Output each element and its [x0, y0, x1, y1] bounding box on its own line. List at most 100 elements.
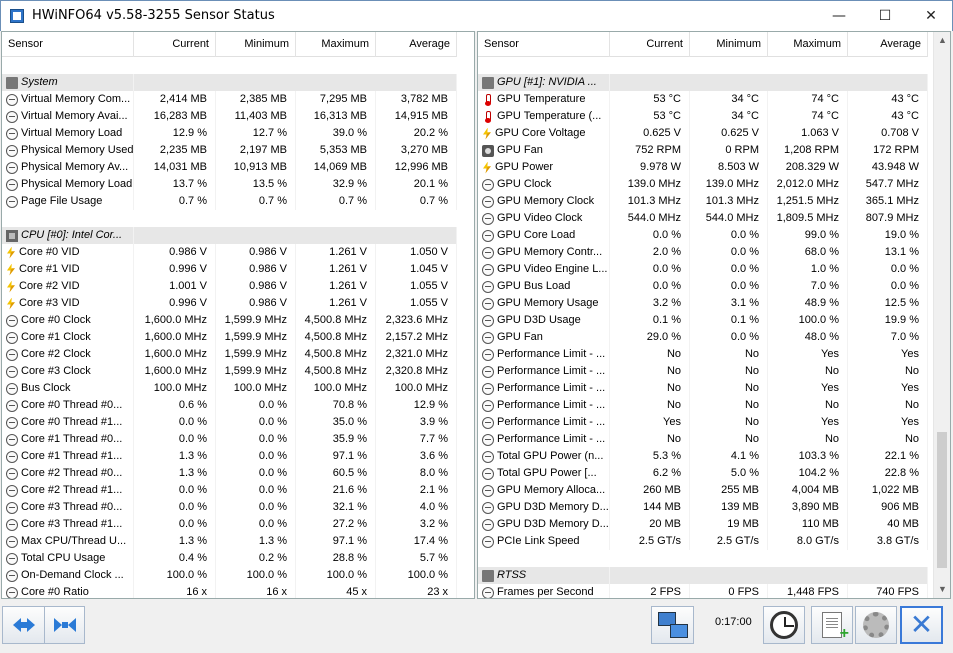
sensor-row[interactable]: Core #2 Thread #0... 1.3 % 0.0 % 60.5 % 8.0 … — [2, 465, 457, 482]
sensor-row[interactable]: GPU Memory Usage 3.2 % 3.1 % 48.9 % 12.5 % — [478, 295, 928, 312]
sensor-name-cell: Virtual Memory Load — [2, 125, 134, 142]
sensor-row[interactable]: Core #3 Clock 1,600.0 MHz 1,599.9 MHz 4,500… — [2, 363, 457, 380]
column-sensor[interactable]: Sensor — [2, 32, 134, 57]
sensor-group-header[interactable]: CPU [#0]: Intel Cor... — [2, 227, 457, 244]
sensor-row[interactable]: Core #0 VID 0.986 V 0.986 V 1.261 V 1.050 V — [2, 244, 457, 261]
sensor-row[interactable]: Performance Limit - ... No No Yes Yes — [478, 346, 928, 363]
sensor-row[interactable]: GPU Temperature 53 °C 34 °C 74 °C 43 °C — [478, 91, 928, 108]
scroll-up-arrow-icon[interactable]: ▲ — [934, 32, 950, 49]
sensor-row[interactable]: GPU D3D Usage 0.1 % 0.1 % 100.0 % 19.9 % — [478, 312, 928, 329]
column-sensor[interactable]: Sensor — [478, 32, 610, 57]
expand-columns-button[interactable] — [2, 606, 45, 644]
sensor-row[interactable]: Core #0 Thread #0... 0.6 % 0.0 % 70.8 % 12.9… — [2, 397, 457, 414]
sensor-group-header[interactable]: System — [2, 74, 457, 91]
sensor-row[interactable]: Core #1 Thread #1... 1.3 % 0.0 % 97.1 % 3.6 … — [2, 448, 457, 465]
sensor-row[interactable]: GPU Memory Alloca... 260 MB 255 MB 4,004 MB… — [478, 482, 928, 499]
sensor-row[interactable]: Performance Limit - ... No No No No — [478, 397, 928, 414]
sensor-row[interactable]: Total GPU Power [... 6.2 % 5.0 % 104.2 % 22.… — [478, 465, 928, 482]
sensor-panel-right[interactable]: Sensor Current Minimum Maximum Average G… — [477, 31, 951, 599]
sensor-row[interactable]: Total CPU Usage 0.4 % 0.2 % 28.8 % 5.7 % — [2, 550, 457, 567]
sensor-row[interactable]: Bus Clock 100.0 MHz 100.0 MHz 100.0 MHz 100.… — [2, 380, 457, 397]
column-minimum[interactable]: Minimum — [690, 32, 768, 57]
sensor-row[interactable]: GPU D3D Memory D... 144 MB 139 MB 3,890 MB 9… — [478, 499, 928, 516]
sensor-row[interactable]: Max CPU/Thread U... 1.3 % 1.3 % 97.1 % 17.4 … — [2, 533, 457, 550]
column-average[interactable]: Average — [376, 32, 457, 57]
collapse-columns-button[interactable] — [44, 606, 85, 644]
sensor-row[interactable]: On-Demand Clock ... 100.0 % 100.0 % 100.0 %… — [2, 567, 457, 584]
column-minimum[interactable]: Minimum — [216, 32, 296, 57]
network-sharing-button[interactable] — [651, 606, 694, 644]
sensor-row[interactable]: GPU Video Clock 544.0 MHz 544.0 MHz 1,809.5… — [478, 210, 928, 227]
sensor-row[interactable]: Performance Limit - ... No No No No — [478, 431, 928, 448]
sensor-panel-left[interactable]: Sensor Current Minimum Maximum Average S… — [1, 31, 475, 599]
sensor-group-header[interactable]: GPU [#1]: NVIDIA ... — [478, 74, 928, 91]
vertical-scrollbar[interactable]: ▲ ▼ — [933, 32, 950, 598]
column-maximum[interactable]: Maximum — [296, 32, 376, 57]
sensor-row[interactable]: Performance Limit - ... No No No No — [478, 363, 928, 380]
sensor-row[interactable]: Virtual Memory Com... 2,414 MB 2,385 MB 7,2… — [2, 91, 457, 108]
sensor-row[interactable]: Core #0 Thread #1... 0.0 % 0.0 % 35.0 % 3.9 … — [2, 414, 457, 431]
value-max: 60.5 % — [296, 465, 376, 482]
sensor-row[interactable]: Core #3 Thread #1... 0.0 % 0.0 % 27.2 % 3.2 … — [2, 516, 457, 533]
column-average[interactable]: Average — [848, 32, 928, 57]
column-maximum[interactable]: Maximum — [768, 32, 848, 57]
column-current[interactable]: Current — [610, 32, 690, 57]
sensor-row[interactable]: Page File Usage 0.7 % 0.7 % 0.7 % 0.7 % — [2, 193, 457, 210]
sensor-row[interactable]: Performance Limit - ... Yes No Yes Yes — [478, 414, 928, 431]
settings-button[interactable] — [855, 606, 897, 644]
sensor-row[interactable]: GPU Core Load 0.0 % 0.0 % 99.0 % 19.0 % — [478, 227, 928, 244]
arrow-right-icon — [26, 618, 35, 632]
value-cur: Yes — [610, 414, 690, 431]
sensor-row[interactable]: Core #1 Thread #0... 0.0 % 0.0 % 35.9 % 7.7 … — [2, 431, 457, 448]
group-filler — [610, 74, 928, 91]
value-avg: 3.9 % — [376, 414, 457, 431]
value-max: 208.329 W — [768, 159, 848, 176]
sensor-row[interactable]: Core #1 VID 0.996 V 0.986 V 1.261 V 1.045 V — [2, 261, 457, 278]
sensor-row[interactable]: Virtual Memory Load 12.9 % 12.7 % 39.0 % 20.… — [2, 125, 457, 142]
sensor-row[interactable]: Core #3 Thread #0... 0.0 % 0.0 % 32.1 % 4.0 … — [2, 499, 457, 516]
sensor-row[interactable]: GPU Fan 29.0 % 0.0 % 48.0 % 7.0 % — [478, 329, 928, 346]
value-avg: 7.0 % — [848, 329, 928, 346]
minimize-button[interactable]: — — [816, 1, 862, 31]
scroll-thumb[interactable] — [937, 432, 947, 568]
sensor-row[interactable]: Core #1 Clock 1,600.0 MHz 1,599.9 MHz 4,500… — [2, 329, 457, 346]
sensor-row[interactable]: GPU Temperature (... 53 °C 34 °C 74 °C 43 °C — [478, 108, 928, 125]
sensor-row[interactable]: Virtual Memory Avai... 16,283 MB 11,403 MB… — [2, 108, 457, 125]
sensor-row[interactable]: Core #0 Clock 1,600.0 MHz 1,599.9 MHz 4,500… — [2, 312, 457, 329]
clock-icon — [482, 467, 494, 480]
sensor-row[interactable]: Physical Memory Av... 14,031 MB 10,913 MB 1… — [2, 159, 457, 176]
sensor-row[interactable]: Physical Memory Load 13.7 % 13.5 % 32.9 % 20… — [2, 176, 457, 193]
sensor-row[interactable]: GPU Bus Load 0.0 % 0.0 % 7.0 % 0.0 % — [478, 278, 928, 295]
sensor-row[interactable]: GPU Clock 139.0 MHz 139.0 MHz 2,012.0 MHz 54… — [478, 176, 928, 193]
sensor-row[interactable]: GPU Memory Clock 101.3 MHz 101.3 MHz 1,251.… — [478, 193, 928, 210]
column-current[interactable]: Current — [134, 32, 216, 57]
exit-button[interactable]: ✕ — [900, 606, 943, 644]
sensor-row[interactable]: Performance Limit - ... No No Yes Yes — [478, 380, 928, 397]
sensor-row[interactable]: Core #2 VID 1.001 V 0.986 V 1.261 V 1.055 V — [2, 278, 457, 295]
sensor-row[interactable]: PCIe Link Speed 2.5 GT/s 2.5 GT/s 8.0 GT/s 3… — [478, 533, 928, 550]
sensor-row[interactable]: Physical Memory Used 2,235 MB 2,197 MB 5,35… — [2, 142, 457, 159]
maximize-button[interactable]: ☐ — [862, 1, 908, 31]
logging-button[interactable] — [811, 606, 853, 644]
clock-icon — [482, 297, 494, 310]
sensor-row[interactable]: GPU Fan 752 RPM 0 RPM 1,208 RPM 172 RPM — [478, 142, 928, 159]
value-avg: 547.7 MHz — [848, 176, 928, 193]
sensor-group-header[interactable]: RTSS — [478, 567, 928, 584]
sensor-row[interactable]: Core #2 Clock 1,600.0 MHz 1,599.9 MHz 4,500… — [2, 346, 457, 363]
sensor-row[interactable]: Total GPU Power (n... 5.3 % 4.1 % 103.3 % 22… — [478, 448, 928, 465]
sensor-row[interactable]: Core #2 Thread #1... 0.0 % 0.0 % 21.6 % 2.1 … — [2, 482, 457, 499]
gear-icon — [863, 612, 889, 638]
value-avg: 100.0 MHz — [376, 380, 457, 397]
sensor-row[interactable]: GPU Core Voltage 0.625 V 0.625 V 1.063 V 0.7… — [478, 125, 928, 142]
value-min: 3.1 % — [690, 295, 768, 312]
sensor-row[interactable]: Core #3 VID 0.996 V 0.986 V 1.261 V 1.055 V — [2, 295, 457, 312]
scroll-down-arrow-icon[interactable]: ▼ — [934, 581, 950, 598]
sensor-row[interactable]: GPU Video Engine L... 0.0 % 0.0 % 1.0 % 0.0 … — [478, 261, 928, 278]
sensor-row[interactable]: Core #0 Ratio 16 x 16 x 45 x 23 x — [2, 584, 457, 598]
sensor-row[interactable]: GPU D3D Memory D... 20 MB 19 MB 110 MB 40 MB — [478, 516, 928, 533]
sensor-row[interactable]: GPU Power 9.978 W 8.503 W 208.329 W 43.948 W — [478, 159, 928, 176]
sensor-row[interactable]: Frames per Second 2 FPS 0 FPS 1,448 FPS 740 … — [478, 584, 928, 598]
reset-timer-button[interactable] — [763, 606, 805, 644]
sensor-row[interactable]: GPU Memory Contr... 2.0 % 0.0 % 68.0 % 13.1 … — [478, 244, 928, 261]
close-button[interactable]: ✕ — [908, 1, 953, 31]
